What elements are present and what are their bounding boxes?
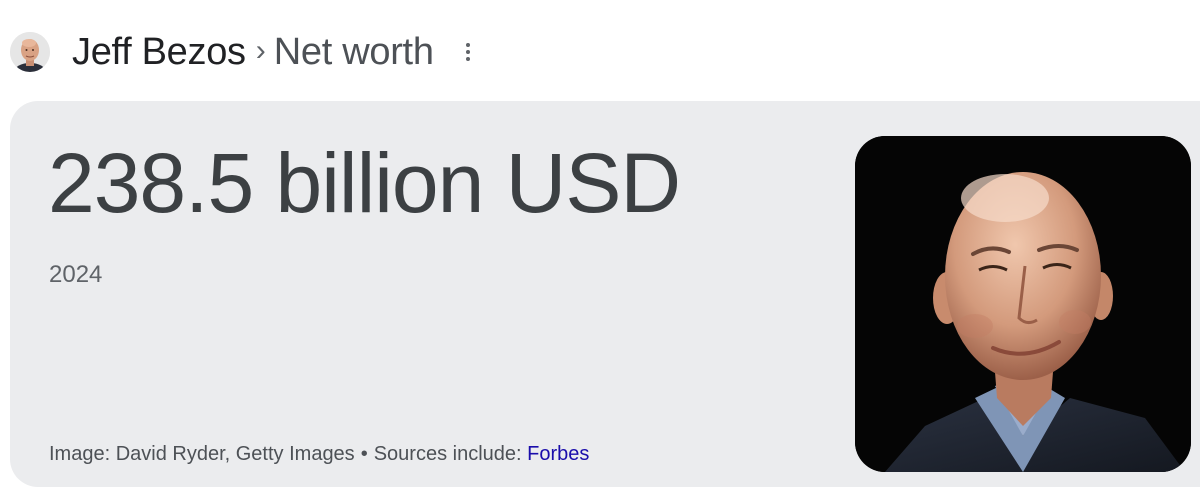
answer-card: 238.5 billion USD 2024 Image: David Ryde… — [10, 101, 1200, 487]
net-worth-value: 238.5 billion USD — [48, 136, 681, 230]
image-credit: Image: David Ryder, Getty Images — [49, 443, 355, 465]
attribute-title: Net worth — [273, 30, 434, 73]
entity-name[interactable]: Jeff Bezos — [72, 31, 246, 74]
more-options-button[interactable] — [458, 37, 478, 67]
entity-photo[interactable] — [855, 136, 1191, 472]
source-link-forbes[interactable]: Forbes — [527, 443, 589, 465]
sources-label: Sources include: — [373, 443, 522, 465]
breadcrumb-separator: › — [255, 34, 266, 67]
attribution-footer: Image: David Ryder, Getty Images • Sources… — [49, 443, 589, 466]
knowledge-panel-header: Jeff Bezos › Net worth — [10, 30, 478, 74]
more-vert-icon — [465, 43, 470, 47]
person-photo-icon — [855, 136, 1191, 472]
net-worth-year: 2024 — [49, 261, 103, 288]
bullet-separator: • — [360, 443, 368, 465]
entity-avatar[interactable] — [10, 32, 50, 72]
person-avatar-icon — [10, 32, 50, 72]
